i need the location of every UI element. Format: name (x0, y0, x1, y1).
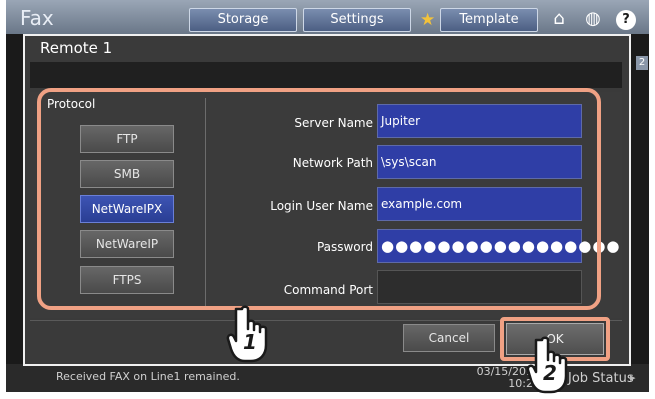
star-icon: ★ (420, 10, 436, 30)
step-1-number: 1 (243, 330, 257, 354)
cancel-button[interactable]: Cancel (403, 324, 495, 352)
template-tab[interactable]: Template (440, 8, 538, 32)
home-icon[interactable]: ⌂ (548, 8, 570, 30)
dialog-header-strip (30, 62, 622, 88)
status-message: Received FAX on Line1 remained. (56, 370, 240, 383)
arrow-right-icon: ▸ (630, 371, 636, 384)
step-2-number: 2 (543, 361, 557, 385)
app-title: Fax (20, 6, 54, 30)
settings-highlight (37, 88, 601, 310)
page-indicator: 2 (636, 56, 648, 70)
dialog-title: Remote 1 (40, 39, 113, 57)
globe-icon[interactable]: ◍ (582, 8, 604, 30)
help-icon[interactable]: ? (616, 10, 636, 30)
settings-tab[interactable]: Settings (303, 8, 411, 32)
storage-tab[interactable]: Storage (189, 8, 297, 32)
